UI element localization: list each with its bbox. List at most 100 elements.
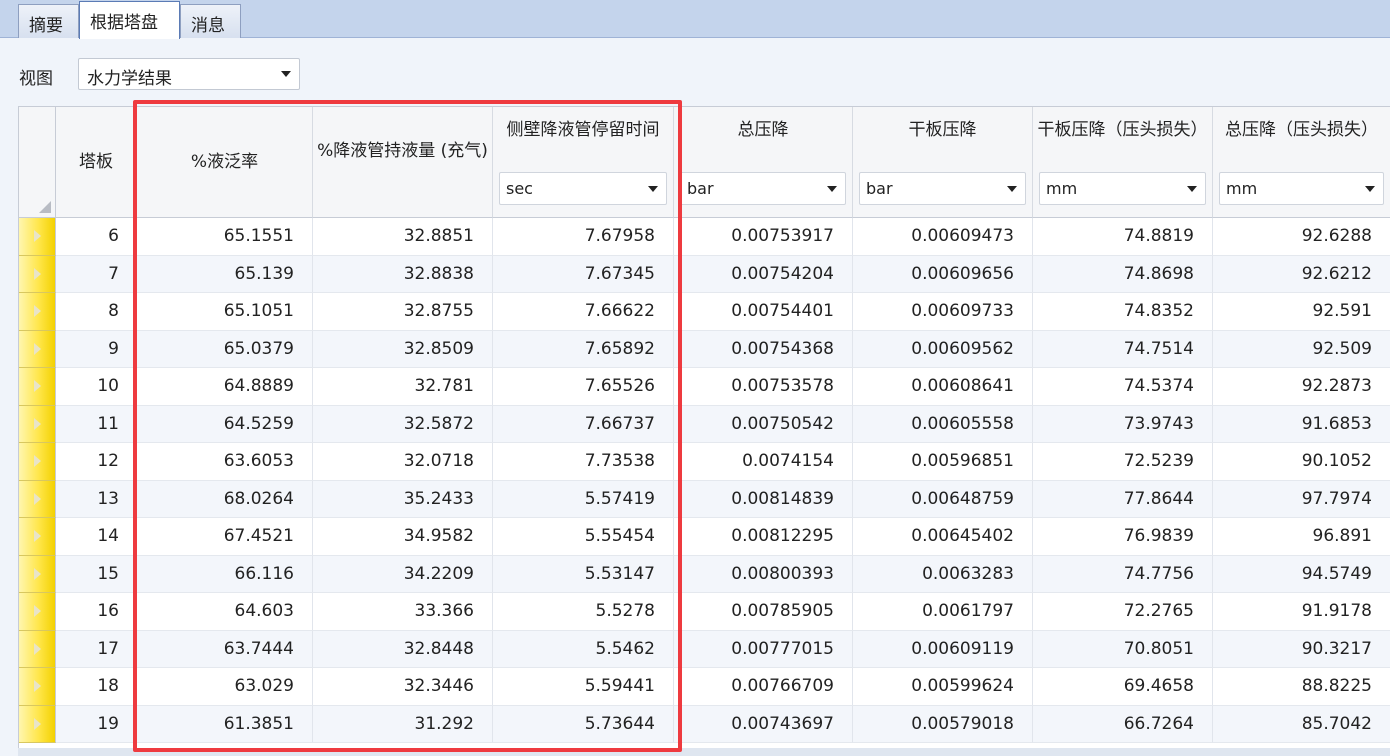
table-cell[interactable]: 97.7974 [1213, 481, 1390, 518]
table-cell[interactable]: 0.0074154 [674, 443, 853, 481]
table-cell[interactable]: 68.0264 [137, 480, 313, 518]
table-cell[interactable]: 90.1052 [1213, 443, 1390, 481]
row-selector[interactable] [19, 555, 56, 593]
unit-dropdown[interactable]: mm [1219, 172, 1384, 205]
table-cell[interactable]: 35.2433 [313, 480, 493, 518]
tab-summary[interactable]: 摘要 [18, 4, 79, 38]
table-cell[interactable]: 32.3446 [313, 668, 493, 706]
table-cell[interactable]: 7.65892 [493, 330, 674, 368]
table-row[interactable]: 11 64.5259 32.5872 7.66737 0.00750542 0.00605… [19, 405, 1390, 443]
column-header[interactable]: 侧壁降液管停留时间 sec [493, 107, 674, 218]
table-cell[interactable]: 0.00609473 [853, 218, 1033, 256]
table-cell[interactable]: 74.5374 [1033, 368, 1213, 406]
table-cell[interactable]: 76.9839 [1033, 518, 1213, 556]
row-selector[interactable] [19, 330, 56, 368]
table-cell[interactable]: 67.4521 [137, 518, 313, 556]
table-cell[interactable]: 7.65526 [493, 368, 674, 406]
table-cell[interactable]: 72.5239 [1033, 443, 1213, 481]
table-cell[interactable]: 0.00609562 [853, 330, 1033, 368]
table-cell[interactable]: 0.00596851 [853, 443, 1033, 481]
table-cell[interactable]: 5.55454 [493, 518, 674, 556]
row-selector[interactable] [19, 480, 56, 518]
table-cell[interactable]: 34.2209 [313, 555, 493, 593]
column-header[interactable]: 塔板 [56, 107, 137, 218]
table-cell[interactable]: 72.2765 [1033, 593, 1213, 631]
column-header[interactable]: 总压降（压头损失） mm [1213, 107, 1390, 218]
column-header[interactable]: 总压降 bar [674, 107, 853, 218]
column-header[interactable]: 干板压降（压头损失） mm [1033, 107, 1213, 218]
table-cell[interactable]: 0.00785905 [674, 593, 853, 631]
table-cell[interactable]: 0.00754368 [674, 330, 853, 368]
table-cell[interactable]: 0.00814839 [674, 480, 853, 518]
table-cell[interactable]: 5.57419 [493, 480, 674, 518]
tab-messages[interactable]: 消息 [180, 4, 241, 38]
table-cell[interactable]: 0.00645402 [853, 518, 1033, 556]
table-cell[interactable]: 0.00753578 [674, 368, 853, 406]
table-cell[interactable]: 65.1551 [137, 218, 313, 256]
table-cell[interactable]: 0.00800393 [674, 555, 853, 593]
tray-number-cell[interactable]: 12 [56, 443, 137, 481]
table-cell[interactable]: 5.59441 [493, 668, 674, 706]
table-cell[interactable]: 5.73644 [493, 705, 674, 743]
tray-number-cell[interactable]: 11 [56, 405, 137, 443]
table-cell[interactable]: 0.00750542 [674, 405, 853, 443]
tray-number-cell[interactable]: 16 [56, 593, 137, 631]
table-cell[interactable]: 0.00648759 [853, 480, 1033, 518]
tray-number-cell[interactable]: 6 [56, 218, 137, 256]
table-row[interactable]: 15 66.116 34.2209 5.53147 0.00800393 0.006328… [19, 555, 1390, 593]
table-cell[interactable]: 64.603 [137, 593, 313, 631]
unit-dropdown[interactable]: mm [1039, 172, 1206, 205]
table-cell[interactable]: 74.8352 [1033, 293, 1213, 331]
table-row[interactable]: 13 68.0264 35.2433 5.57419 0.00814839 0.00648… [19, 480, 1390, 518]
table-cell[interactable]: 63.6053 [137, 443, 313, 481]
table-cell[interactable]: 63.029 [137, 668, 313, 706]
row-selector[interactable] [19, 593, 56, 631]
table-cell[interactable]: 7.67958 [493, 218, 674, 256]
table-cell[interactable]: 64.5259 [137, 405, 313, 443]
table-cell[interactable]: 91.6853 [1213, 406, 1390, 443]
column-header[interactable]: %降液管持液量 (充气) [313, 107, 493, 218]
table-cell[interactable]: 32.8509 [313, 330, 493, 368]
table-cell[interactable]: 77.8644 [1033, 480, 1213, 518]
row-selector[interactable] [19, 293, 56, 331]
table-cell[interactable]: 0.00609733 [853, 293, 1033, 331]
table-cell[interactable]: 32.781 [313, 368, 493, 406]
table-cell[interactable]: 5.53147 [493, 555, 674, 593]
table-row[interactable]: 7 65.139 32.8838 7.67345 0.00754204 0.0060965… [19, 255, 1390, 293]
table-row[interactable]: 16 64.603 33.366 5.5278 0.00785905 0.0061797 7… [19, 593, 1390, 631]
table-cell[interactable]: 7.66622 [493, 293, 674, 331]
table-cell[interactable]: 7.66737 [493, 405, 674, 443]
table-row[interactable]: 9 65.0379 32.8509 7.65892 0.00754368 0.006095… [19, 330, 1390, 368]
table-cell[interactable]: 0.00812295 [674, 518, 853, 556]
table-cell[interactable]: 92.591 [1213, 293, 1390, 331]
table-cell[interactable]: 65.1051 [137, 293, 313, 331]
unit-dropdown[interactable]: sec [499, 172, 667, 205]
table-row[interactable]: 10 64.8889 32.781 7.65526 0.00753578 0.006086… [19, 368, 1390, 406]
table-cell[interactable]: 32.8851 [313, 218, 493, 256]
table-cell[interactable]: 74.7514 [1033, 330, 1213, 368]
table-cell[interactable]: 91.9178 [1213, 593, 1390, 631]
table-row[interactable]: 8 65.1051 32.8755 7.66622 0.00754401 0.006097… [19, 293, 1390, 331]
table-cell[interactable]: 5.5462 [493, 630, 674, 668]
table-row[interactable]: 12 63.6053 32.0718 7.73538 0.0074154 0.005968… [19, 443, 1390, 481]
table-cell[interactable]: 32.8448 [313, 630, 493, 668]
table-cell[interactable]: 7.73538 [493, 443, 674, 481]
table-cell[interactable]: 96.891 [1213, 518, 1390, 556]
grid-corner[interactable] [19, 107, 56, 218]
table-row[interactable]: 14 67.4521 34.9582 5.55454 0.00812295 0.00645… [19, 518, 1390, 556]
tray-number-cell[interactable]: 7 [56, 255, 137, 293]
table-cell[interactable]: 94.5749 [1213, 556, 1390, 593]
row-selector[interactable] [19, 218, 56, 256]
table-cell[interactable]: 66.7264 [1033, 705, 1213, 743]
tray-number-cell[interactable]: 19 [56, 705, 137, 743]
table-cell[interactable]: 74.8698 [1033, 255, 1213, 293]
unit-dropdown[interactable]: bar [859, 172, 1026, 205]
table-cell[interactable]: 5.5278 [493, 593, 674, 631]
table-cell[interactable]: 32.8838 [313, 255, 493, 293]
table-cell[interactable]: 0.00609656 [853, 255, 1033, 293]
table-cell[interactable]: 0.00608641 [853, 368, 1033, 406]
table-cell[interactable]: 0.0063283 [853, 555, 1033, 593]
table-cell[interactable]: 88.8225 [1213, 668, 1390, 706]
table-cell[interactable]: 32.0718 [313, 443, 493, 481]
tray-number-cell[interactable]: 18 [56, 668, 137, 706]
